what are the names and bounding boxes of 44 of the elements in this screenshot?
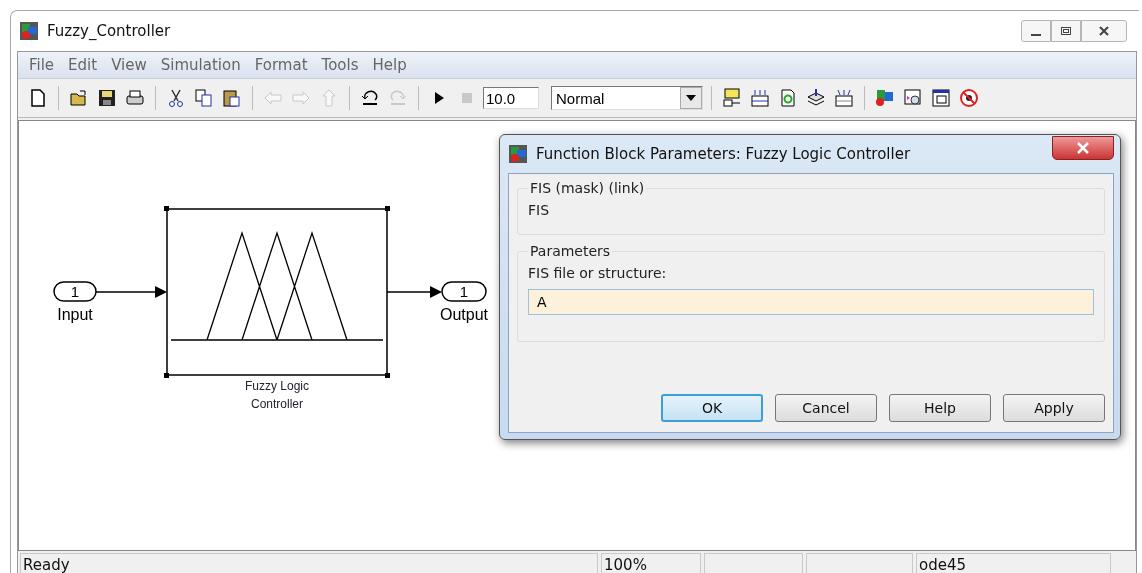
group-legend: FIS (mask) (link)	[528, 180, 647, 196]
signal-arrow	[95, 286, 167, 298]
port-label: Input	[57, 306, 93, 323]
app-icon	[508, 144, 528, 164]
input-port[interactable]	[53, 281, 97, 302]
menu-item[interactable]: Tools	[314, 56, 366, 74]
dialog-button[interactable]: OK	[661, 394, 763, 422]
menu-item[interactable]: File	[22, 56, 62, 74]
simulation-mode-dropdown[interactable]: Normal	[551, 86, 703, 110]
maximize-button[interactable]	[1051, 20, 1081, 42]
menu-item[interactable]: Simulation	[153, 56, 248, 74]
minimize-icon	[1031, 34, 1041, 36]
status-message: Ready	[20, 553, 598, 573]
output-port[interactable]	[441, 281, 487, 302]
port-label: Output	[440, 306, 488, 323]
fuzzy-controller-block[interactable]	[164, 206, 390, 378]
dialog-title: Function Block Parameters: Fuzzy Logic Controller	[536, 145, 912, 163]
app-icon	[19, 21, 39, 41]
menu-item[interactable]: Edit	[61, 56, 105, 74]
menu-item[interactable]: Help	[365, 56, 414, 74]
menu-item[interactable]: View	[104, 56, 154, 74]
block-label: Fuzzy Logic Controller	[244, 378, 310, 413]
mask-type-text: FIS	[528, 201, 551, 220]
close-icon	[1076, 142, 1090, 154]
stop-time-field[interactable]: 10.0	[483, 87, 539, 109]
caret-icon	[686, 95, 696, 101]
minimize-button[interactable]	[1021, 20, 1051, 42]
window-title: Fuzzy_Controller	[47, 22, 172, 40]
port-number: 1	[459, 283, 469, 300]
zoom-level: 100%	[601, 553, 701, 573]
close-button[interactable]	[1052, 136, 1114, 160]
field-label: FIS file or structure:	[528, 265, 668, 281]
menu-item[interactable]: Format	[247, 56, 315, 74]
signal-arrow	[386, 286, 442, 298]
dialog-button[interactable]: Apply	[1003, 394, 1105, 422]
dialog-button[interactable]: Help	[889, 394, 991, 422]
solver-name: ode45	[916, 553, 1111, 573]
port-number: 1	[70, 283, 80, 300]
fis-input-field[interactable]: A	[528, 289, 1094, 315]
close-button[interactable]	[1081, 20, 1127, 42]
maximize-icon	[1060, 26, 1072, 36]
close-icon	[1098, 25, 1110, 37]
dialog-button[interactable]: Cancel	[775, 394, 877, 422]
group-legend: Parameters	[528, 243, 613, 259]
